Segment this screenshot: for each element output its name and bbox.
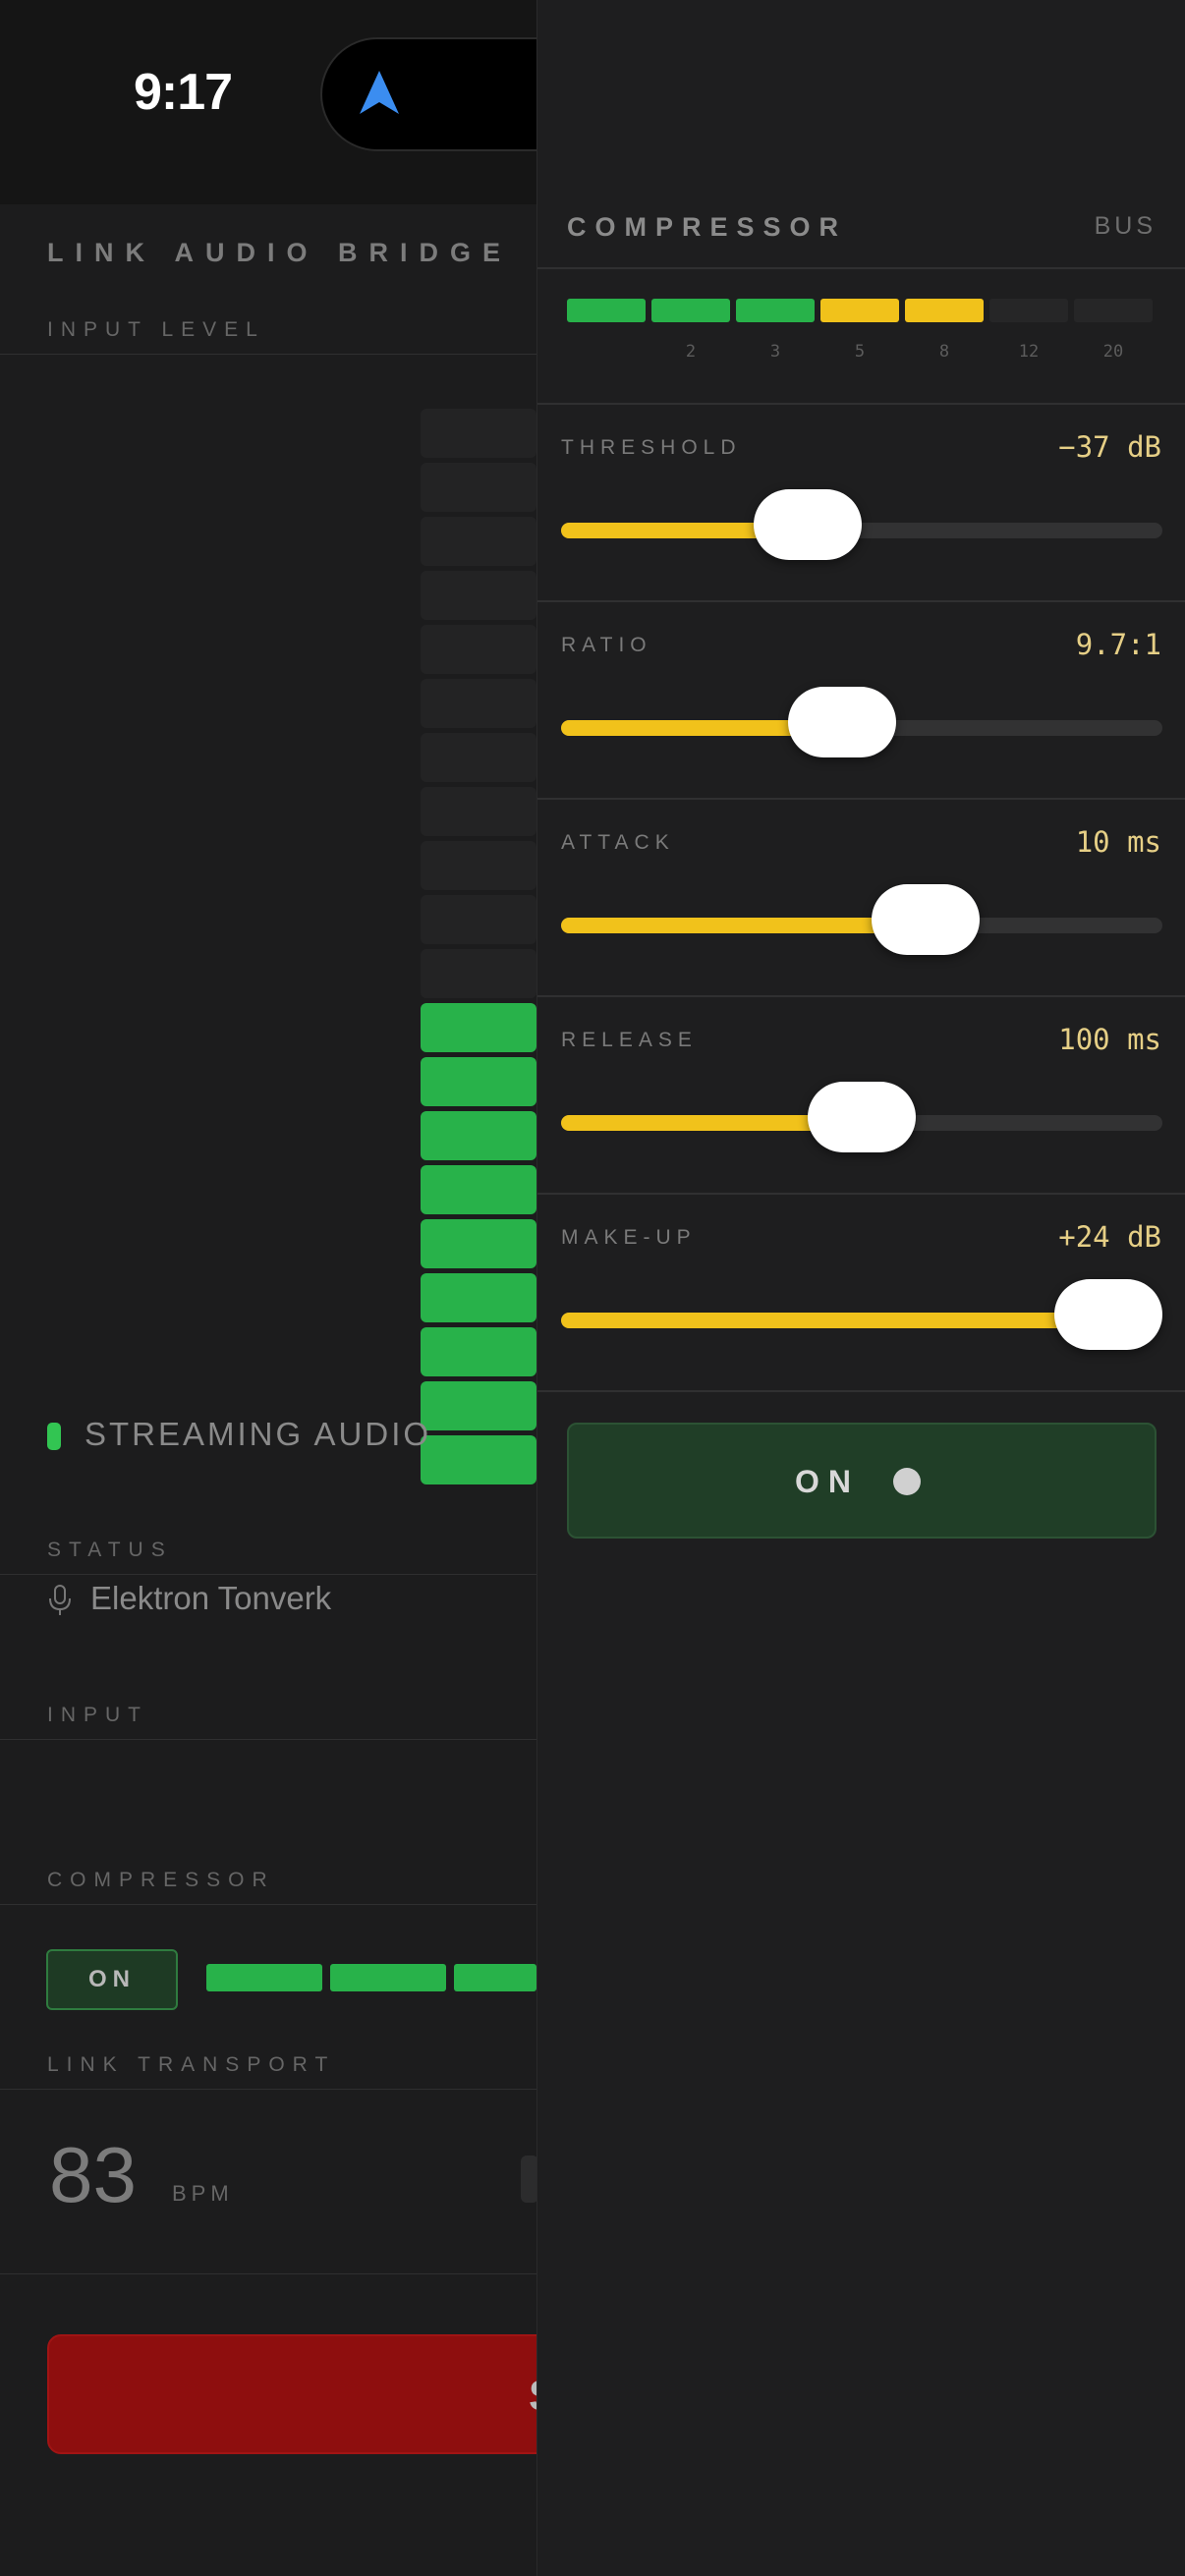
input-level-segment [421, 463, 536, 512]
status-indicator [47, 1423, 61, 1450]
status-time: 9:17 [134, 64, 233, 121]
input-level-segment [421, 949, 536, 998]
microphone-icon [49, 1585, 71, 1615]
make-up-value: +24 dB [1058, 1220, 1161, 1254]
make-up-label: MAKE-UP [561, 1226, 697, 1249]
panel-tag-bus: BUS [1094, 212, 1157, 240]
panel-header: COMPRESSOR BUS [537, 204, 1185, 269]
make-up-slider[interactable] [561, 1279, 1162, 1350]
divider [537, 600, 1185, 602]
input-level-segment [421, 1435, 536, 1484]
gain-reduction-tick-label: 20 [1102, 342, 1124, 362]
location-arrow-icon [360, 71, 399, 114]
compressor-meter-segment [454, 1964, 536, 1991]
input-level-segment [421, 517, 536, 566]
input-level-segment [421, 1273, 536, 1322]
gain-reduction-tick-label: 3 [769, 342, 781, 362]
make-up-slider-thumb[interactable] [1054, 1279, 1162, 1350]
divider [537, 798, 1185, 800]
compressor-meter-segment [330, 1964, 446, 1991]
input-level-segment [421, 841, 536, 890]
divider [0, 1739, 536, 1740]
divider [0, 2273, 536, 2274]
divider [537, 1193, 1185, 1195]
gain-reduction-segment [736, 299, 815, 322]
enable-indicator-icon [893, 1468, 921, 1495]
input-level-segment [421, 625, 536, 674]
section-compressor: COMPRESSOR [47, 1869, 275, 1891]
gain-reduction-tick-label: 2 [685, 342, 697, 362]
input-level-segment [421, 895, 536, 944]
release-value: 100 ms [1058, 1023, 1161, 1056]
release-label: RELEASE [561, 1029, 698, 1051]
compressor-meter-segment [206, 1964, 322, 1991]
attack-slider-thumb[interactable] [872, 884, 981, 955]
section-status: STATUS [47, 1539, 173, 1561]
input-level-segment [421, 1057, 536, 1106]
input-level-segment [421, 1165, 536, 1214]
panel-title: COMPRESSOR [567, 212, 848, 242]
attack-value: 10 ms [1075, 825, 1161, 859]
threshold-slider[interactable] [561, 489, 1162, 560]
attack-slider[interactable] [561, 884, 1162, 955]
divider [0, 1904, 536, 1905]
divider [0, 2089, 536, 2090]
section-input: INPUT [47, 1704, 148, 1726]
app-screen: 9:17 LINK AUDIO BRIDGE INPUT LEVEL STATU… [0, 0, 1185, 2576]
input-level-segment [421, 1111, 536, 1160]
threshold-value: −37 dB [1058, 430, 1161, 464]
release-slider[interactable] [561, 1082, 1162, 1152]
input-level-segment [421, 409, 536, 458]
input-level-segment [421, 787, 536, 836]
divider [0, 354, 536, 355]
attack-label: ATTACK [561, 831, 675, 854]
input-level-segment [421, 1003, 536, 1052]
input-level-segment [421, 571, 536, 620]
section-input-level: INPUT LEVEL [47, 318, 265, 341]
input-level-segment [421, 1381, 536, 1430]
gain-reduction-tick-label: 5 [854, 342, 866, 362]
ratio-slider[interactable] [561, 687, 1162, 757]
input-level-segment [421, 1327, 536, 1376]
gain-reduction-segment [1074, 299, 1153, 322]
ratio-slider-thumb[interactable] [787, 687, 896, 757]
threshold-slider-thumb[interactable] [753, 489, 862, 560]
input-level-segment [421, 733, 536, 782]
app-title: LINK AUDIO BRIDGE [47, 238, 512, 267]
stop-streaming-button[interactable]: S [47, 2334, 578, 2454]
compressor-toggle-button[interactable]: ON [46, 1949, 178, 2010]
gain-reduction-segment [567, 299, 646, 322]
release-slider-thumb[interactable] [808, 1082, 916, 1152]
bpm-unit-label: BPM [172, 2181, 234, 2206]
divider [537, 1390, 1185, 1392]
ratio-label: RATIO [561, 634, 652, 656]
gain-reduction-segment [651, 299, 730, 322]
bpm-value: 83 [49, 2131, 137, 2218]
make-up-slider-fill [561, 1313, 1108, 1328]
gain-reduction-segment [820, 299, 899, 322]
status-text: STREAMING AUDIO [85, 1416, 432, 1452]
divider [537, 995, 1185, 997]
input-level-segment [421, 1219, 536, 1268]
gain-reduction-segment [905, 299, 984, 322]
compressor-panel: COMPRESSOR BUS ON 2 3 5 8 12 20 THRESHOLD −37 d… [536, 0, 1185, 2576]
input-device-name[interactable]: Elektron Tonverk [90, 1580, 331, 1617]
enable-label: ON [795, 1464, 860, 1499]
section-link-transport: LINK TRANSPORT [47, 2053, 336, 2076]
gain-reduction-tick-label: 12 [1018, 342, 1040, 362]
compressor-enable-button[interactable]: ON [567, 1423, 1157, 1539]
divider [0, 1574, 536, 1575]
input-level-segment [421, 679, 536, 728]
threshold-label: THRESHOLD [561, 436, 742, 459]
gain-reduction-tick-label: 8 [938, 342, 950, 362]
divider [537, 403, 1185, 405]
gain-reduction-segment [989, 299, 1068, 322]
ratio-value: 9.7:1 [1075, 628, 1161, 661]
divider [537, 267, 1185, 269]
